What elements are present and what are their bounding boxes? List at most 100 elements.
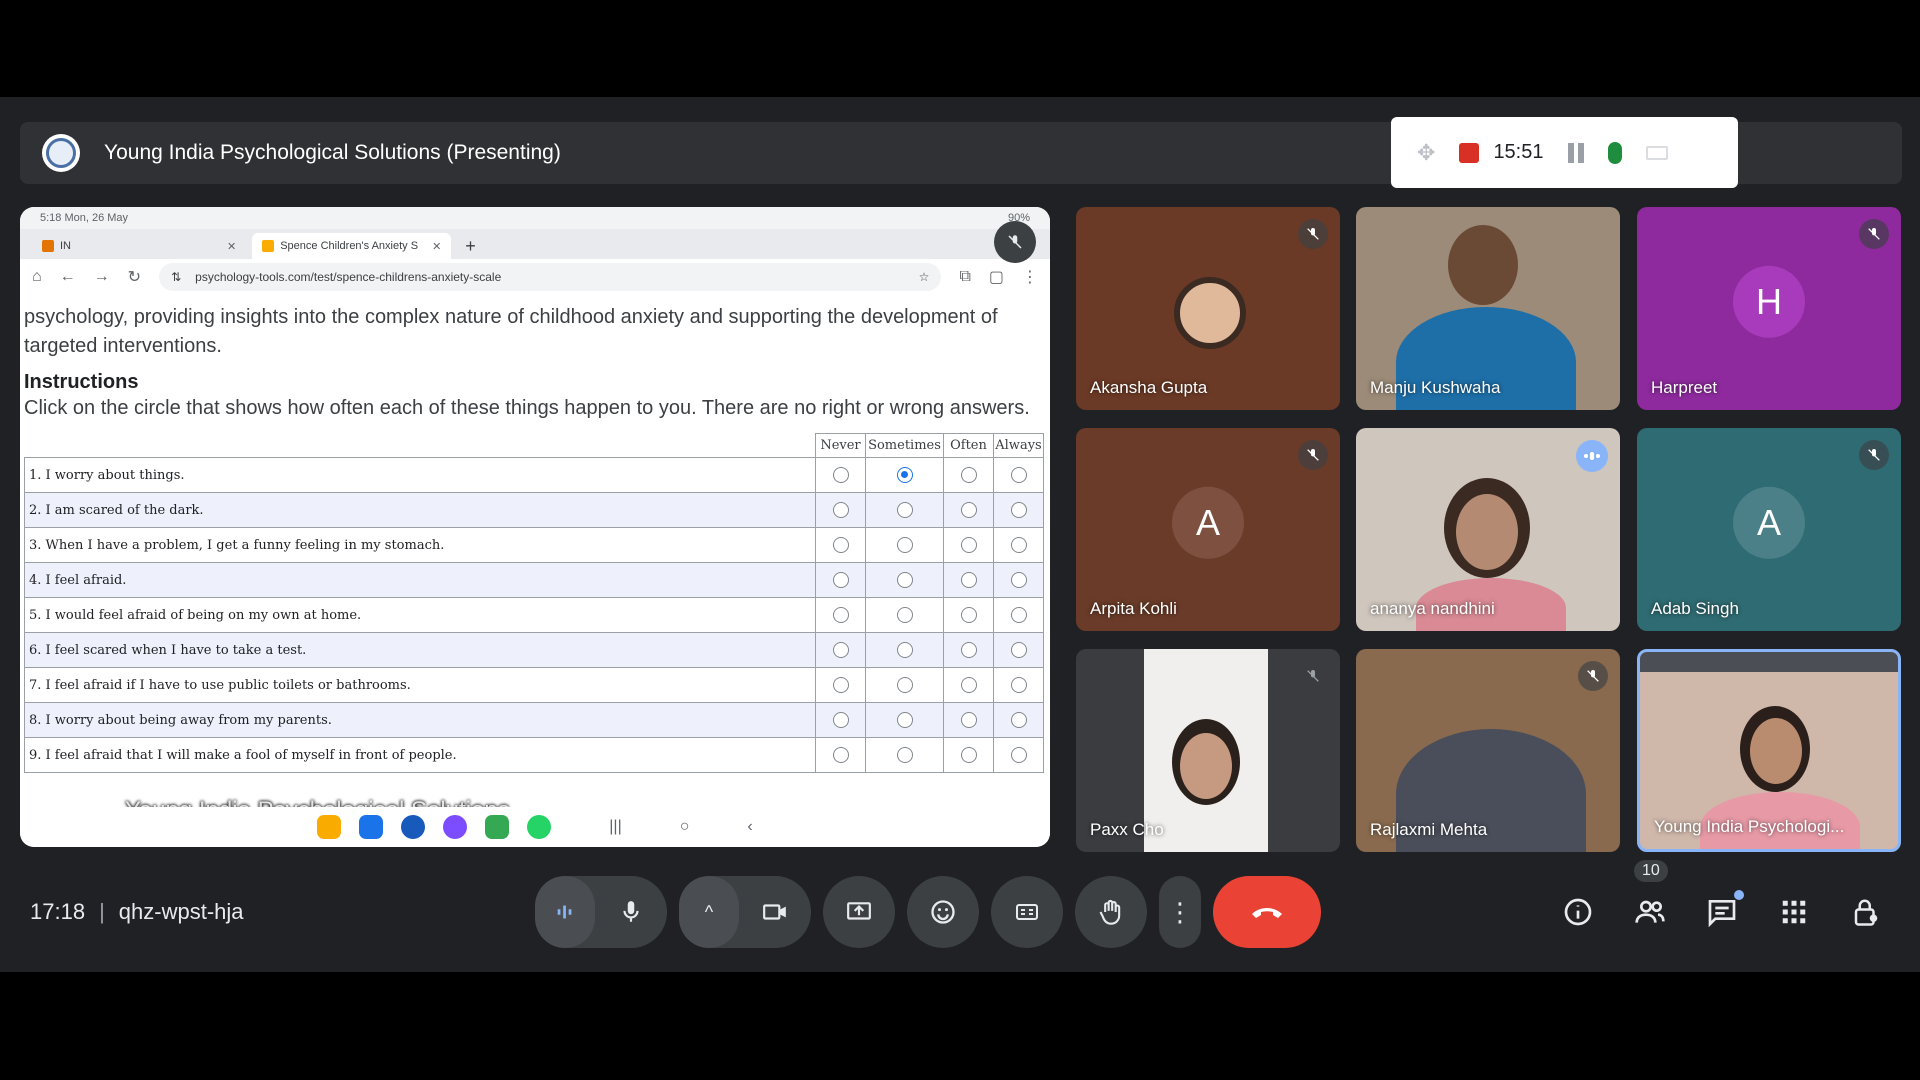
browser-app-icon[interactable] (443, 815, 468, 839)
files-app-icon[interactable] (317, 815, 342, 839)
new-tab-icon[interactable]: + (457, 236, 484, 259)
pause-icon[interactable] (1567, 142, 1584, 163)
present-screen-button[interactable] (823, 876, 895, 948)
meeting-details-button[interactable] (1560, 894, 1596, 930)
answer-radio[interactable] (832, 572, 849, 588)
answer-radio[interactable] (896, 642, 913, 658)
answer-radio[interactable] (896, 747, 913, 763)
answer-radio[interactable] (960, 467, 977, 483)
answer-radio[interactable] (1010, 747, 1027, 763)
lock-person-icon (1854, 899, 1878, 926)
participant-tile[interactable]: Manju Kushwaha (1356, 207, 1620, 410)
participant-tile[interactable]: A Adab Singh (1637, 428, 1901, 631)
recording-mic-icon[interactable] (1607, 141, 1622, 164)
answer-radio[interactable] (832, 677, 849, 693)
column-header: Often (943, 433, 994, 458)
answer-radio[interactable] (896, 502, 913, 518)
emoji-reactions-button[interactable] (907, 876, 979, 948)
answer-radio[interactable] (832, 467, 849, 483)
audio-settings-button[interactable] (535, 876, 595, 948)
participant-tile[interactable]: A Arpita Kohli (1076, 428, 1340, 631)
camera-options-button[interactable]: ^ (679, 876, 739, 948)
question-row: 9. I feel afraid that I will make a fool… (24, 737, 1044, 773)
answer-radio[interactable] (1010, 467, 1027, 483)
answer-radio[interactable] (960, 537, 977, 553)
answer-radio[interactable] (960, 712, 977, 728)
calendar-app-icon[interactable] (359, 815, 384, 839)
activities-button[interactable] (1776, 894, 1812, 930)
answer-radio[interactable] (832, 537, 849, 553)
participant-tile[interactable]: ananya nandhini (1356, 428, 1620, 631)
home-nav-icon[interactable]: ○ (680, 818, 690, 836)
answer-radio[interactable] (1010, 572, 1027, 588)
answer-radio[interactable] (960, 677, 977, 693)
intro-paragraph: psychology, providing insights into the … (24, 306, 998, 357)
tab-favicon-icon (262, 240, 275, 252)
tab-label: Spence Children's Anxiety S (280, 240, 419, 252)
answer-radio[interactable] (832, 642, 849, 658)
microphone-icon (623, 901, 639, 922)
answer-radio[interactable] (1010, 677, 1027, 693)
tabs-count-icon[interactable]: ▢ (989, 267, 1004, 287)
close-icon[interactable]: ✕ (227, 240, 236, 253)
answer-radio[interactable] (832, 502, 849, 518)
captions-button[interactable] (991, 876, 1063, 948)
answer-radio[interactable] (832, 712, 849, 728)
microphone-button[interactable] (595, 876, 667, 948)
address-bar[interactable]: ⇅ psychology-tools.com/test/spence-child… (159, 263, 942, 291)
speaking-indicator-icon (1576, 440, 1608, 472)
drive-app-icon[interactable] (485, 815, 510, 839)
recording-camera-icon[interactable] (1645, 145, 1668, 160)
answer-radio[interactable] (1010, 502, 1027, 518)
home-icon[interactable]: ⌂ (32, 268, 42, 286)
answer-radio[interactable] (832, 607, 849, 623)
question-text: 1. I worry about things. (24, 457, 816, 493)
tab-in[interactable]: IN ✕ (32, 233, 246, 259)
host-controls-button[interactable] (1848, 894, 1884, 930)
answer-radio[interactable] (896, 607, 913, 623)
participant-tile[interactable]: H Harpreet (1637, 207, 1901, 410)
site-settings-icon[interactable]: ⇅ (171, 270, 181, 284)
participant-tile[interactable]: Paxx Cho (1076, 649, 1340, 852)
messages-app-icon[interactable] (401, 815, 426, 839)
translate-icon[interactable]: ⧉ (959, 268, 970, 286)
participant-tile-active[interactable]: Young India Psychologi... (1637, 649, 1901, 852)
stop-recording-button[interactable] (1459, 142, 1480, 163)
close-icon[interactable]: ✕ (432, 240, 441, 253)
forward-icon[interactable]: → (94, 268, 110, 286)
back-icon[interactable]: ← (60, 268, 76, 286)
camera-button[interactable] (739, 876, 811, 948)
answer-radio[interactable] (1010, 642, 1027, 658)
answer-radio[interactable] (896, 677, 913, 693)
tab-spence[interactable]: Spence Children's Anxiety S ✕ (252, 233, 452, 259)
raise-hand-button[interactable] (1075, 876, 1147, 948)
answer-radio[interactable] (896, 537, 913, 553)
participant-tile[interactable]: Rajlaxmi Mehta (1356, 649, 1620, 852)
answer-radio[interactable] (896, 467, 913, 483)
answer-radio[interactable] (960, 502, 977, 518)
participant-tile[interactable]: Akansha Gupta (1076, 207, 1340, 410)
participant-count-badge: 10 (1634, 860, 1668, 882)
answer-radio[interactable] (896, 572, 913, 588)
answer-radio[interactable] (960, 607, 977, 623)
answer-radio[interactable] (1010, 537, 1027, 553)
whatsapp-app-icon[interactable] (527, 815, 552, 839)
answer-radio[interactable] (960, 572, 977, 588)
menu-icon[interactable]: ⋮ (1022, 267, 1038, 287)
chat-button[interactable] (1704, 890, 1744, 930)
move-icon[interactable]: ✥ (1417, 140, 1435, 166)
back-nav-icon[interactable]: ‹ (747, 818, 752, 836)
more-options-button[interactable]: ⋮ (1159, 876, 1201, 948)
answer-radio[interactable] (1010, 607, 1027, 623)
reload-icon[interactable]: ↻ (128, 267, 141, 287)
answer-radio[interactable] (896, 712, 913, 728)
leave-call-button[interactable] (1213, 876, 1321, 948)
bookmark-star-icon[interactable]: ☆ (919, 270, 930, 284)
side-controls: 10 (1560, 860, 1884, 930)
answer-radio[interactable] (960, 747, 977, 763)
recents-icon[interactable]: ||| (609, 818, 621, 836)
answer-radio[interactable] (1010, 712, 1027, 728)
people-button[interactable]: 10 (1632, 860, 1668, 930)
answer-radio[interactable] (960, 642, 977, 658)
answer-radio[interactable] (832, 747, 849, 763)
